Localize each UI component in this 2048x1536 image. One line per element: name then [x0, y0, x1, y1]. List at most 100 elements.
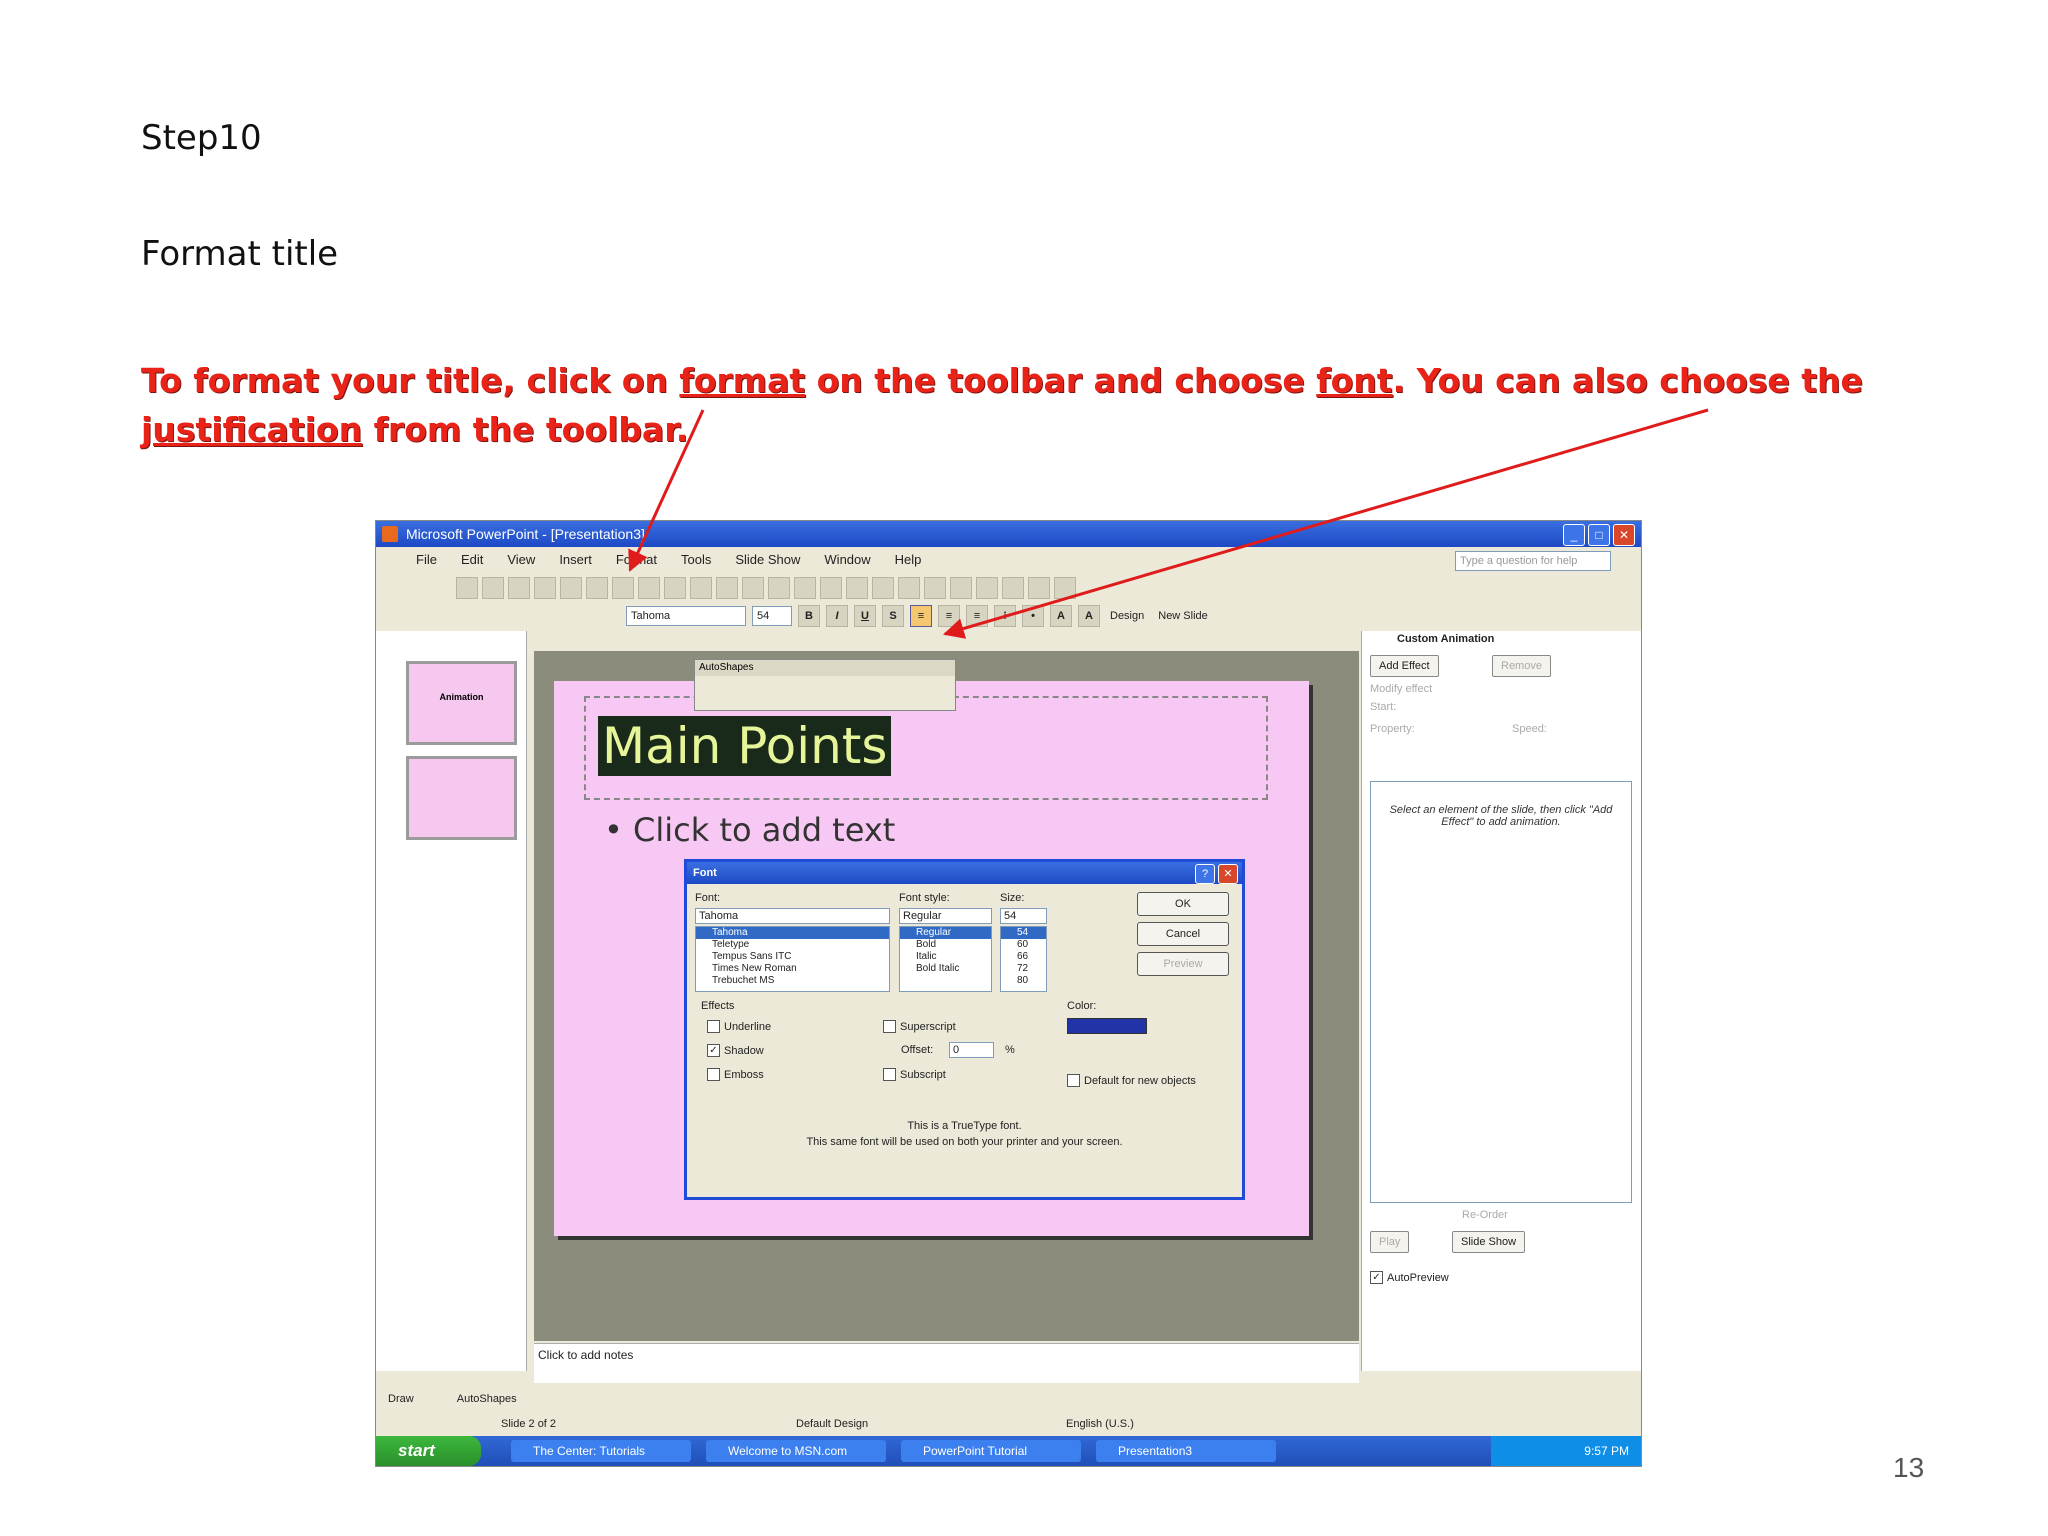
- list-item[interactable]: Trebuchet MS: [696, 975, 889, 987]
- add-effect-button[interactable]: Add Effect: [1370, 655, 1439, 677]
- list-item[interactable]: Tempus Sans ITC: [696, 951, 889, 963]
- toolbar-button-icon[interactable]: [846, 577, 868, 599]
- italic-icon[interactable]: I: [826, 605, 848, 627]
- toolbar-button-icon[interactable]: [742, 577, 764, 599]
- toolbar-button-icon[interactable]: [586, 577, 608, 599]
- toolbar-button-icon[interactable]: [1028, 577, 1050, 599]
- list-item[interactable]: 66: [1001, 951, 1046, 963]
- default-new-objects-checkbox[interactable]: Default for new objects: [1067, 1074, 1196, 1087]
- autopreview-checkbox[interactable]: ✓ AutoPreview: [1370, 1271, 1449, 1284]
- shadow-checkbox[interactable]: ✓ Shadow: [707, 1044, 764, 1057]
- toolbar-button-icon[interactable]: [716, 577, 738, 599]
- list-item[interactable]: Bold: [900, 939, 991, 951]
- menu-item-edit[interactable]: Edit: [461, 547, 483, 573]
- menu-item-view[interactable]: View: [507, 547, 535, 573]
- toolbar-button-icon[interactable]: [872, 577, 894, 599]
- taskbar-item-1[interactable]: The Center: Tutorials: [511, 1440, 691, 1462]
- slide-title[interactable]: Main Points: [598, 716, 892, 776]
- toolbar-button-icon[interactable]: [508, 577, 530, 599]
- menu-item-window[interactable]: Window: [824, 547, 870, 573]
- bold-icon[interactable]: B: [798, 605, 820, 627]
- taskbar-item-3[interactable]: PowerPoint Tutorial: [901, 1440, 1081, 1462]
- toolbar-button-icon[interactable]: [976, 577, 998, 599]
- align-right-icon[interactable]: ≡: [966, 605, 988, 627]
- underline-icon[interactable]: U: [854, 605, 876, 627]
- toolbar-button-icon[interactable]: [482, 577, 504, 599]
- toolbar-button-icon[interactable]: [1054, 577, 1076, 599]
- toolbar-button-icon[interactable]: [664, 577, 686, 599]
- taskbar-item-2[interactable]: Welcome to MSN.com: [706, 1440, 886, 1462]
- slide-body-placeholder[interactable]: • Click to add text: [604, 811, 895, 849]
- superscript-checkbox[interactable]: Superscript: [883, 1020, 956, 1033]
- draw-menu[interactable]: Draw: [388, 1393, 414, 1405]
- slide-thumbnail-2[interactable]: [406, 756, 517, 840]
- offset-input[interactable]: 0: [949, 1042, 994, 1058]
- slide-show-button[interactable]: Slide Show: [1452, 1231, 1526, 1253]
- close-icon[interactable]: ✕: [1613, 524, 1635, 546]
- menu-item-slide-show[interactable]: Slide Show: [735, 547, 800, 573]
- underline-checkbox[interactable]: Underline: [707, 1020, 771, 1033]
- toolbar-button-icon[interactable]: [456, 577, 478, 599]
- toolbar-button-icon[interactable]: [924, 577, 946, 599]
- reorder-label[interactable]: Re-Order: [1462, 1209, 1508, 1221]
- list-item[interactable]: Bold Italic: [900, 963, 991, 975]
- ok-button[interactable]: OK: [1137, 892, 1229, 916]
- title-placeholder[interactable]: Main Points: [584, 696, 1268, 800]
- font-style-list[interactable]: Regular Bold Italic Bold Italic: [899, 926, 992, 992]
- minimize-icon[interactable]: _: [1563, 524, 1585, 546]
- list-item[interactable]: Italic: [900, 951, 991, 963]
- font-list[interactable]: Tahoma Teletype Tempus Sans ITC Times New R…: [695, 926, 890, 992]
- menu-item-tools[interactable]: Tools: [681, 547, 711, 573]
- taskbar-item-4[interactable]: Presentation3: [1096, 1440, 1276, 1462]
- subscript-checkbox[interactable]: Subscript: [883, 1068, 946, 1081]
- maximize-icon[interactable]: □: [1588, 524, 1610, 546]
- list-item[interactable]: Teletype: [696, 939, 889, 951]
- menu-item-format[interactable]: Format: [616, 547, 657, 573]
- numbering-icon[interactable]: ⁝: [994, 605, 1016, 627]
- list-item[interactable]: Tahoma: [696, 927, 889, 939]
- align-left-icon[interactable]: ≡: [910, 605, 932, 627]
- menu-item-help[interactable]: Help: [895, 547, 922, 573]
- toolbar-button-icon[interactable]: [794, 577, 816, 599]
- toolbar-button-icon[interactable]: [820, 577, 842, 599]
- play-button[interactable]: Play: [1370, 1231, 1410, 1253]
- autoshapes-menu[interactable]: AutoShapes: [457, 1393, 517, 1405]
- toolbar-button-icon[interactable]: [612, 577, 634, 599]
- toolbar-button-icon[interactable]: [1002, 577, 1024, 599]
- list-item[interactable]: 54: [1001, 927, 1046, 939]
- cancel-button[interactable]: Cancel: [1137, 922, 1229, 946]
- dialog-close-icon[interactable]: ✕: [1218, 864, 1238, 884]
- remove-button[interactable]: Remove: [1492, 655, 1551, 677]
- ask-question-input[interactable]: Type a question for help: [1455, 551, 1611, 571]
- shadow-icon[interactable]: S: [882, 605, 904, 627]
- toolbar-button-icon[interactable]: [898, 577, 920, 599]
- toolbar-button-icon[interactable]: [690, 577, 712, 599]
- toolbar-button-icon[interactable]: [534, 577, 556, 599]
- font-name-box[interactable]: Tahoma: [626, 606, 746, 626]
- font-style-input[interactable]: Regular: [899, 908, 992, 924]
- toolbar-button-icon[interactable]: [768, 577, 790, 599]
- list-item[interactable]: 80: [1001, 975, 1046, 987]
- bullets-icon[interactable]: •: [1022, 605, 1044, 627]
- size-list[interactable]: 54 60 66 72 80: [1000, 926, 1047, 992]
- start-button[interactable]: start: [376, 1436, 481, 1466]
- help-icon[interactable]: ?: [1195, 864, 1215, 884]
- menu-item-insert[interactable]: Insert: [559, 547, 592, 573]
- slide-thumbnail-1[interactable]: Animation: [406, 661, 517, 745]
- font-color-icon[interactable]: A: [1078, 605, 1100, 627]
- font-size-box[interactable]: 54: [752, 606, 792, 626]
- toolbar-button-icon[interactable]: [638, 577, 660, 599]
- toolbar-button-icon[interactable]: [560, 577, 582, 599]
- toolbar-button-icon[interactable]: [950, 577, 972, 599]
- notes-pane[interactable]: Click to add notes: [534, 1343, 1359, 1383]
- list-item[interactable]: 72: [1001, 963, 1046, 975]
- align-center-icon[interactable]: ≡: [938, 605, 960, 627]
- list-item[interactable]: 60: [1001, 939, 1046, 951]
- list-item[interactable]: Regular: [900, 927, 991, 939]
- list-item[interactable]: Times New Roman: [696, 963, 889, 975]
- animation-list[interactable]: Select an element of the slide, then cli…: [1370, 781, 1632, 1203]
- emboss-checkbox[interactable]: Emboss: [707, 1068, 764, 1081]
- color-dropdown[interactable]: [1067, 1018, 1147, 1034]
- increase-font-icon[interactable]: A: [1050, 605, 1072, 627]
- preview-button[interactable]: Preview: [1137, 952, 1229, 976]
